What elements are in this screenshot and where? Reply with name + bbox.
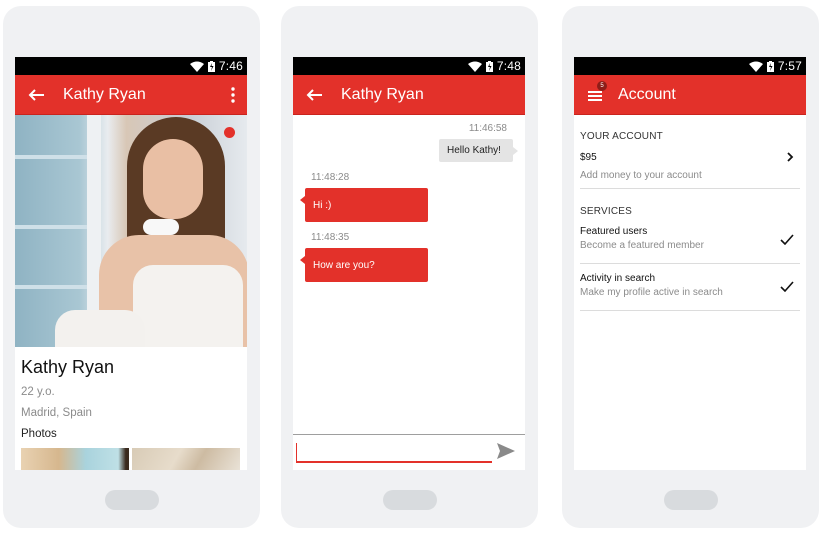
text-cursor bbox=[296, 443, 297, 461]
hamburger-menu-icon bbox=[588, 90, 602, 101]
profile-name: Kathy Ryan bbox=[21, 357, 115, 377]
photo-thumbnail[interactable] bbox=[21, 448, 129, 470]
message-timestamp: 11:48:35 bbox=[311, 232, 350, 243]
online-indicator bbox=[224, 127, 235, 138]
service-title: Featured users bbox=[580, 226, 648, 237]
arrow-left-icon[interactable] bbox=[305, 88, 323, 102]
service-title: Activity in search bbox=[580, 273, 656, 284]
wifi-icon bbox=[748, 61, 763, 72]
app-bar: 5 Account bbox=[574, 75, 806, 115]
photo-subject-cup bbox=[143, 219, 179, 235]
profile-screen: 7:46 Kathy Ryan Kathy Ryan 22 y.o. Madri… bbox=[15, 57, 247, 470]
account-content: YOUR ACCOUNT $95 Add money to your accou… bbox=[574, 131, 806, 311]
account-balance: $95 bbox=[580, 152, 597, 163]
account-screen: 7:57 5 Account YOUR ACCOUNT $95 Add mone… bbox=[574, 57, 806, 470]
home-button[interactable] bbox=[104, 490, 159, 510]
photo-cushion bbox=[55, 310, 145, 347]
status-time: 7:48 bbox=[496, 59, 521, 73]
section-heading-your-account: YOUR ACCOUNT bbox=[580, 131, 663, 142]
app-bar: Kathy Ryan bbox=[293, 75, 525, 115]
status-bar: 7:57 bbox=[574, 57, 806, 75]
message-text: How are you? bbox=[313, 259, 375, 271]
photo-subject-face bbox=[143, 139, 203, 219]
photo-bg-shelf bbox=[15, 225, 95, 229]
photo-bg-shelf bbox=[15, 285, 95, 289]
profile-location: Madrid, Spain bbox=[21, 407, 92, 419]
message-bubble-outgoing[interactable]: Hello Kathy! bbox=[439, 139, 518, 162]
service-subtitle: Become a featured member bbox=[580, 240, 704, 251]
send-icon[interactable] bbox=[497, 443, 515, 459]
page-title: Account bbox=[618, 85, 676, 103]
page-title: Kathy Ryan bbox=[63, 85, 146, 103]
status-bar: 7:48 bbox=[293, 57, 525, 75]
phone-account: 7:57 5 Account YOUR ACCOUNT $95 Add mone… bbox=[562, 6, 819, 528]
photo-gallery bbox=[21, 448, 247, 470]
chevron-right-icon bbox=[787, 152, 794, 162]
status-bar: 7:46 bbox=[15, 57, 247, 75]
message-text: Hi :) bbox=[313, 199, 332, 211]
page-title: Kathy Ryan bbox=[341, 85, 424, 103]
message-bubble-incoming[interactable]: Hi :) bbox=[300, 188, 428, 222]
phone-chat: 7:48 Kathy Ryan 11:46:58 Hello Kathy! 11… bbox=[281, 6, 538, 528]
message-timestamp: 11:48:28 bbox=[311, 172, 350, 183]
service-subtitle: Make my profile active in search bbox=[580, 287, 723, 298]
service-row-activity-in-search[interactable]: Activity in search Make my profile activ… bbox=[580, 264, 800, 311]
service-row-featured-users[interactable]: Featured users Become a featured member bbox=[580, 217, 800, 264]
checkmark-icon bbox=[780, 281, 794, 292]
section-heading-services: SERVICES bbox=[580, 206, 632, 217]
photo-thumbnail[interactable] bbox=[132, 448, 240, 470]
battery-charging-icon bbox=[207, 60, 215, 72]
app-bar: Kathy Ryan bbox=[15, 75, 247, 115]
arrow-left-icon[interactable] bbox=[27, 88, 45, 102]
photo-bg-shelf bbox=[15, 155, 95, 159]
message-text: Hello Kathy! bbox=[447, 145, 501, 156]
message-composer bbox=[293, 434, 525, 470]
balance-subtitle: Add money to your account bbox=[580, 170, 702, 181]
chat-screen: 7:48 Kathy Ryan 11:46:58 Hello Kathy! 11… bbox=[293, 57, 525, 470]
message-timestamp: 11:46:58 bbox=[468, 123, 507, 134]
more-vertical-icon[interactable] bbox=[231, 87, 235, 103]
battery-charging-icon bbox=[485, 60, 493, 72]
photo-subject-top bbox=[133, 265, 243, 347]
hamburger-menu-button[interactable]: 5 bbox=[588, 80, 607, 101]
battery-charging-icon bbox=[766, 60, 774, 72]
balance-row[interactable]: $95 Add money to your account bbox=[580, 142, 800, 189]
wifi-icon bbox=[467, 61, 482, 72]
profile-photo[interactable] bbox=[15, 115, 247, 347]
home-button[interactable] bbox=[663, 490, 718, 510]
status-time: 7:46 bbox=[218, 59, 243, 73]
home-button[interactable] bbox=[382, 490, 437, 510]
photos-heading: Photos bbox=[21, 428, 57, 440]
wifi-icon bbox=[189, 61, 204, 72]
message-input[interactable] bbox=[296, 441, 492, 463]
message-bubble-incoming[interactable]: How are you? bbox=[300, 248, 428, 282]
notification-badge: 5 bbox=[597, 80, 607, 91]
message-list: 11:46:58 Hello Kathy! 11:48:28 Hi :) 11:… bbox=[293, 115, 525, 433]
profile-age: 22 y.o. bbox=[21, 386, 55, 398]
phone-profile: 7:46 Kathy Ryan Kathy Ryan 22 y.o. Madri… bbox=[3, 6, 260, 528]
checkmark-icon bbox=[780, 234, 794, 245]
status-time: 7:57 bbox=[777, 59, 802, 73]
